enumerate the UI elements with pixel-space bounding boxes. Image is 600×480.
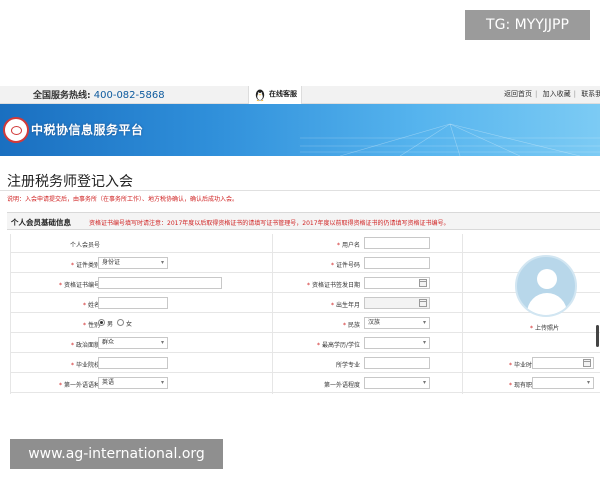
chevron-down-icon: ▾ xyxy=(160,379,164,386)
section-title: 个人会员基础信息 xyxy=(11,218,71,227)
username-input[interactable] xyxy=(364,237,430,249)
chevron-down-icon: ▾ xyxy=(422,339,426,346)
gender-male-radio[interactable] xyxy=(98,319,105,326)
link-favorite[interactable]: 加入收藏 xyxy=(543,90,571,98)
qual-no-input[interactable] xyxy=(98,277,222,289)
top-links: 返回首页 | 加入收藏 | 联系我 xyxy=(504,89,600,99)
cert-type-label: * 证件类别 xyxy=(70,262,100,269)
major-input[interactable] xyxy=(364,357,430,369)
top-bar: 全国服务热线: 400-082-5868 在线客服 返回首页 | 加入收藏 | 联系… xyxy=(0,86,600,104)
logo-icon[interactable] xyxy=(3,117,29,143)
education-label: * 最高学历/学位 xyxy=(316,342,360,349)
section-header: 个人会员基础信息 资格证书编号填写时请注意：2017年度以后取得资格证书的请填写… xyxy=(7,212,600,230)
link-home[interactable]: 返回首页 xyxy=(504,90,532,98)
form-row: * 政治面貌 群众 ▾ * 最高学历/学位 ▾ xyxy=(10,334,600,353)
calendar-icon[interactable] xyxy=(419,279,427,287)
ethnicity-label: * 民族 xyxy=(342,322,360,329)
avatar-placeholder-icon[interactable] xyxy=(515,255,577,317)
watermark-top: TG: MYYJJPP xyxy=(465,10,590,40)
hotline-number: 400-082-5868 xyxy=(93,90,165,101)
form-row: * 毕业院校 所学专业 * 毕业时间 xyxy=(10,354,600,373)
political-label: * 政治面貌 xyxy=(70,342,100,349)
major-label: 所学专业 xyxy=(335,362,360,369)
divider xyxy=(0,190,600,191)
chevron-down-icon: ▾ xyxy=(422,379,426,386)
scrollbar[interactable] xyxy=(596,325,599,347)
school-label: * 毕业院校 xyxy=(70,362,100,369)
banner-grid-decoration xyxy=(300,123,600,156)
section-warning: 资格证书编号填写时请注意：2017年度以后取得资格证书的请填写证书管理号，201… xyxy=(89,220,450,227)
upload-photo-label[interactable]: * 上传照片 xyxy=(530,323,559,332)
birth-label: * 出生年月 xyxy=(330,302,360,309)
member-form: 个人会员号 * 用户名 * 证件类别 身份证 ▾ * 证件号码 * 资格证书编号 * 资格证… xyxy=(10,234,600,394)
form-row: * 证件类别 身份证 ▾ * 证件号码 xyxy=(10,254,600,273)
foreign-lang-select[interactable]: 英语 ▾ xyxy=(98,377,168,389)
online-service-label: 在线客服 xyxy=(269,90,297,98)
calendar-icon[interactable] xyxy=(419,299,427,307)
form-row: * 性别 男 女 * 民族 汉族 ▾ xyxy=(10,314,600,333)
name-input[interactable] xyxy=(98,297,168,309)
education-select[interactable]: ▾ xyxy=(364,337,430,349)
online-service-button[interactable]: 在线客服 xyxy=(248,86,302,104)
gender-male-label: 男 xyxy=(107,321,114,328)
member-no-label: 个人会员号 xyxy=(69,242,100,249)
foreign-lang-label: * 第一外语语种 xyxy=(58,382,100,389)
hotline-label: 全国服务热线: xyxy=(33,91,91,101)
lang-level-select[interactable]: ▾ xyxy=(364,377,430,389)
gender-female-label: 女 xyxy=(126,321,133,328)
lang-level-label: 第一外语程度 xyxy=(323,382,360,389)
cert-type-select[interactable]: 身份证 ▾ xyxy=(98,257,168,269)
form-row: 个人会员号 * 用户名 xyxy=(10,234,600,253)
chevron-down-icon: ▾ xyxy=(586,379,590,386)
form-row: * 第一外语语种 英语 ▾ 第一外语程度 ▾ * 现有职称 ▾ xyxy=(10,374,600,393)
qual-date-label: * 资格证书签发日期 xyxy=(306,282,360,289)
calendar-icon[interactable] xyxy=(583,359,591,367)
birth-input[interactable] xyxy=(364,297,430,309)
cert-no-label: * 证件号码 xyxy=(330,262,360,269)
chevron-down-icon: ▾ xyxy=(160,259,164,266)
ethnicity-select[interactable]: 汉族 ▾ xyxy=(364,317,430,329)
watermark-bottom: www.ag-international.org xyxy=(10,439,223,469)
page-title: 注册税务师登记入会 xyxy=(7,174,133,190)
grad-date-input[interactable] xyxy=(532,357,594,369)
qual-no-label: * 资格证书编号 xyxy=(58,282,100,289)
gender-female-radio[interactable] xyxy=(117,319,124,326)
chevron-down-icon: ▾ xyxy=(160,339,164,346)
brand-name: 中税协信息服务平台 xyxy=(31,123,144,137)
cert-no-input[interactable] xyxy=(364,257,430,269)
qual-date-input[interactable] xyxy=(364,277,430,289)
qq-penguin-icon xyxy=(255,89,265,102)
political-select[interactable]: 群众 ▾ xyxy=(98,337,168,349)
form-row: * 资格证书编号 * 资格证书签发日期 xyxy=(10,274,600,293)
chevron-down-icon: ▾ xyxy=(422,319,426,326)
hotline: 全国服务热线: 400-082-5868 xyxy=(33,88,165,101)
page-notice: 说明：入会申请提交后，由事务所（在事务所工作）、地方税协确认，确认后成功入会。 xyxy=(7,196,239,203)
title-select[interactable]: ▾ xyxy=(532,377,594,389)
school-input[interactable] xyxy=(98,357,168,369)
link-contact[interactable]: 联系我 xyxy=(581,90,600,98)
username-label: * 用户名 xyxy=(336,242,360,249)
form-row: * 姓名 * 出生年月 xyxy=(10,294,600,313)
